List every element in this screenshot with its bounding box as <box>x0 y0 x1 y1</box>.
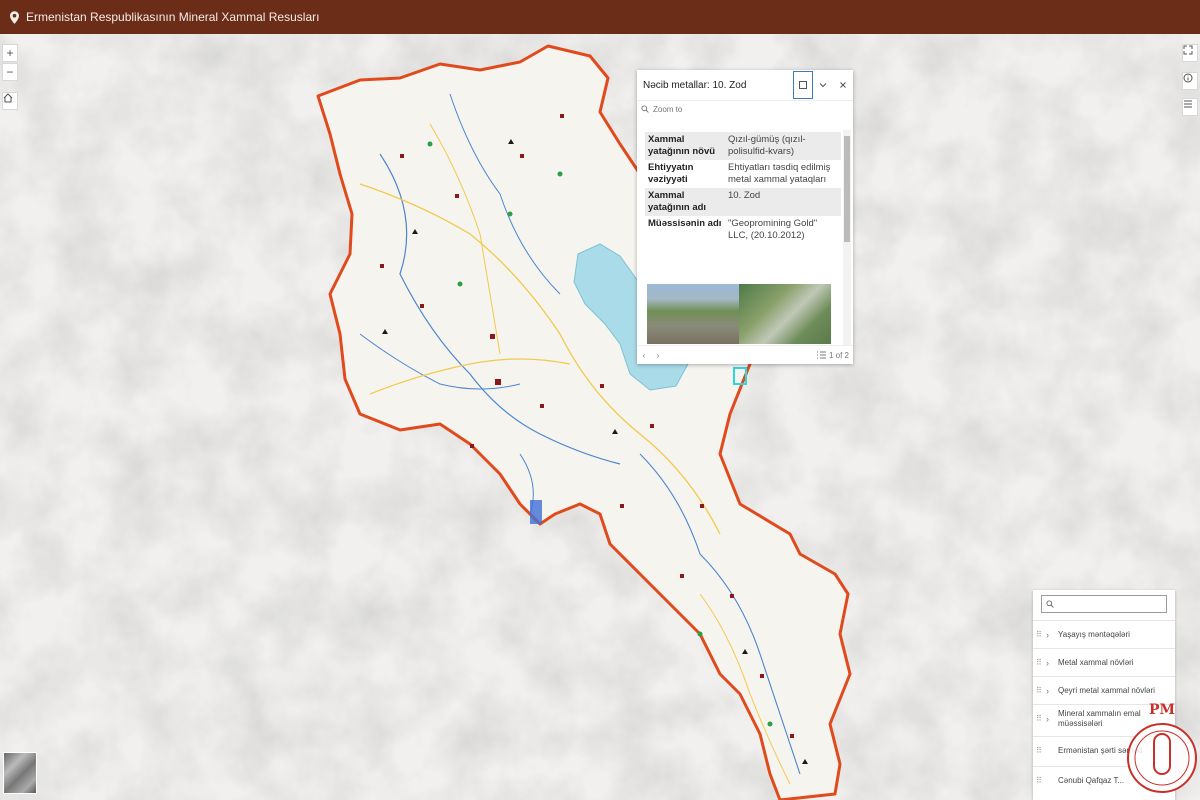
close-button[interactable] <box>833 75 853 95</box>
popup-attributes: Xammal yatağının növü Qızıl-gümüş (qızıl… <box>645 132 841 282</box>
zoom-to-action[interactable]: Zoom to <box>637 101 853 117</box>
field-label: Ehtiyyatın vəziyyəti <box>648 162 694 185</box>
popup-header: Nəcib metallar: 10. Zod <box>637 70 853 101</box>
table-row: Xammal yatağının adı 10. Zod <box>645 188 841 216</box>
app-header: Ermenistan Respublikasının Mineral Xamma… <box>0 0 1200 34</box>
layer-label: Qeyri metal xammal növləri <box>1058 685 1155 695</box>
field-label: Müəssisənin adı <box>648 218 722 229</box>
drag-handle-icon[interactable]: ⠿ <box>1036 776 1046 785</box>
popup-media[interactable] <box>647 284 831 344</box>
info-button[interactable] <box>1182 72 1198 90</box>
field-label: Xammal yatağının növü <box>645 132 725 160</box>
site-photo[interactable] <box>647 284 739 344</box>
layer-search-input[interactable] <box>1041 595 1167 613</box>
search-icon <box>1046 600 1054 608</box>
scrollbar-thumb[interactable] <box>844 136 850 242</box>
satellite-photo[interactable] <box>739 284 831 344</box>
basemap-toggle[interactable] <box>3 752 37 794</box>
home-button[interactable] <box>2 92 18 110</box>
field-value: 10. Zod <box>725 188 841 216</box>
feature-pager[interactable]: 1 of 2 <box>816 350 853 360</box>
layer-label: Yaşayış məntəqələri <box>1058 629 1130 639</box>
zoom-to-label: Zoom to <box>653 104 683 114</box>
drag-handle-icon[interactable]: ⠿ <box>1036 658 1046 667</box>
zoom-in-button[interactable]: + <box>2 44 18 62</box>
map-view[interactable]: + − <box>0 34 1200 800</box>
layer-item[interactable]: ⠿ › Metal xammal növləri <box>1033 648 1175 676</box>
field-label: Xammal yatağının adı <box>645 188 725 216</box>
layer-label: Metal xammal növləri <box>1058 657 1134 667</box>
drag-handle-icon[interactable]: ⠿ <box>1036 630 1046 639</box>
table-row: Müəssisənin adı "Geopromining Gold" LLC,… <box>645 216 841 244</box>
location-pin-icon <box>10 10 19 24</box>
close-icon <box>840 82 846 88</box>
popup-scrollbar[interactable] <box>843 130 851 345</box>
layer-item[interactable]: ⠿ › Yaşayış məntəqələri <box>1033 620 1175 648</box>
chevron-right-icon[interactable]: › <box>1046 686 1058 696</box>
fullscreen-button[interactable] <box>1182 44 1198 62</box>
table-row: Xammal yatağının növü Qızıl-gümüş (qızıl… <box>645 132 841 160</box>
popup-title: Nəcib metallar: 10. Zod <box>643 79 747 91</box>
zoom-controls: + − <box>2 44 18 82</box>
logo-text: PM <box>1149 702 1175 718</box>
popup-footer: ‹ › 1 of 2 <box>637 345 853 364</box>
drag-handle-icon[interactable]: ⠿ <box>1036 714 1046 723</box>
layer-list-button[interactable] <box>1182 98 1198 116</box>
field-value: Ehtiyatları təsdiq edilmiş metal xammal … <box>728 162 831 185</box>
chevron-right-icon[interactable]: › <box>1046 714 1058 724</box>
dock-button[interactable] <box>793 71 813 99</box>
list-icon <box>816 351 826 359</box>
previous-feature-button[interactable]: ‹ <box>637 351 651 360</box>
chevron-right-icon[interactable]: › <box>1046 658 1058 668</box>
attribute-table: Xammal yatağının növü Qızıl-gümüş (qızıl… <box>645 132 841 244</box>
zoom-to-icon <box>641 105 649 113</box>
chevron-right-icon[interactable]: › <box>1046 630 1058 640</box>
table-row: Ehtiyyatın vəziyyəti Ehtiyatları təsdiq … <box>645 160 841 188</box>
home-icon <box>3 93 13 103</box>
pager-text: 1 of 2 <box>828 350 849 360</box>
collapse-button[interactable] <box>813 75 833 95</box>
watermark-logo: PM <box>1127 702 1197 793</box>
layer-list-icon <box>1184 100 1192 108</box>
zoom-out-button[interactable]: − <box>2 63 18 81</box>
dock-icon <box>799 81 807 89</box>
expand-icon <box>1183 45 1193 55</box>
info-icon <box>1183 73 1193 83</box>
drag-handle-icon[interactable]: ⠿ <box>1036 686 1046 695</box>
map-canvas[interactable] <box>0 34 1200 800</box>
drag-handle-icon[interactable]: ⠿ <box>1036 746 1046 755</box>
field-value: Qızıl-gümüş (qızıl-polisulfid-kvars) <box>725 132 841 160</box>
chevron-down-icon <box>819 83 827 88</box>
next-feature-button[interactable]: › <box>651 351 665 360</box>
field-value: "Geopromining Gold" LLC, (20.10.2012) <box>728 218 818 241</box>
feature-popup: Nəcib metallar: 10. Zod Zoom to Xammal y <box>637 70 853 364</box>
reservoir <box>530 500 542 524</box>
app-title: Ermenistan Respublikasının Mineral Xamma… <box>26 10 320 24</box>
